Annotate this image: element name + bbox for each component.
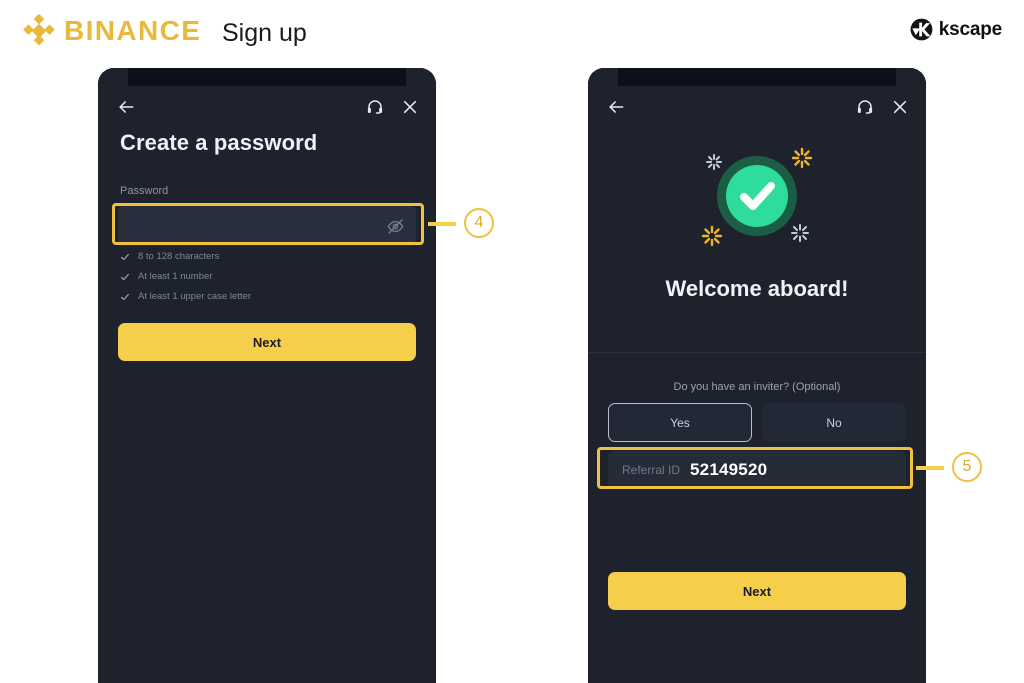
headset-support-icon[interactable] <box>366 98 402 116</box>
check-icon <box>121 293 129 300</box>
password-input-wrapper[interactable] <box>118 206 416 246</box>
callout-marker-5: 5 <box>952 452 982 482</box>
page-root: BINANCE Sign up kscape Create a password… <box>0 0 1024 683</box>
phone-right-topbar <box>588 86 926 128</box>
requirement-text: 8 to 128 characters <box>138 251 220 262</box>
phone-bezel-top <box>98 68 436 98</box>
requirement-text: At least 1 number <box>138 271 213 282</box>
referral-id-field[interactable]: Referral ID 52149520 <box>608 451 906 489</box>
back-arrow-icon[interactable] <box>116 97 136 117</box>
phone-left-topbar <box>98 86 436 128</box>
password-input[interactable] <box>130 218 387 234</box>
page-header: BINANCE Sign up kscape <box>0 0 1024 66</box>
list-item: At least 1 number <box>120 271 251 282</box>
referral-id-label: Referral ID <box>622 463 681 477</box>
callout-connector-line <box>916 466 944 470</box>
password-requirements-list: 8 to 128 characters At least 1 number At… <box>120 251 251 311</box>
green-check-circle-icon <box>701 147 813 247</box>
requirement-text: At least 1 upper case letter <box>138 291 252 302</box>
close-x-icon[interactable] <box>892 99 908 115</box>
inviter-choice-group: Yes No <box>608 403 906 442</box>
kscape-logo-icon <box>910 18 933 41</box>
inviter-question: Do you have an inviter? (Optional) <box>673 381 841 393</box>
eye-off-icon[interactable] <box>387 218 404 235</box>
page-title: Sign up <box>222 19 307 47</box>
list-item: At least 1 upper case letter <box>120 291 251 302</box>
phone-mockup-create-password: Create a password Password 8 to 128 char… <box>98 68 436 683</box>
kscape-brand: kscape <box>910 18 1002 41</box>
kscape-wordmark: kscape <box>938 19 1002 40</box>
success-section: Welcome aboard! <box>588 140 926 302</box>
binance-brand: BINANCE <box>22 14 201 48</box>
phone-mockup-welcome: Welcome aboard! Do you have an inviter? … <box>588 68 926 683</box>
inviter-no-button[interactable]: No <box>762 403 906 442</box>
callout-marker-4: 4 <box>464 208 494 238</box>
referral-id-value: 52149520 <box>690 460 768 479</box>
create-password-heading: Create a password <box>120 130 318 155</box>
binance-wordmark: BINANCE <box>64 15 202 46</box>
list-item: 8 to 128 characters <box>120 251 251 262</box>
back-arrow-icon[interactable] <box>606 97 626 117</box>
phone-bezel-top <box>588 68 926 98</box>
next-button[interactable]: Next <box>118 323 416 361</box>
password-label: Password <box>120 185 169 197</box>
next-button[interactable]: Next <box>608 572 906 610</box>
success-illustration <box>682 140 832 252</box>
check-icon <box>121 253 129 260</box>
section-divider <box>588 352 926 353</box>
welcome-heading: Welcome aboard! <box>665 276 849 301</box>
inviter-yes-button[interactable]: Yes <box>608 403 752 442</box>
callout-connector-line <box>428 222 456 226</box>
check-icon <box>121 273 129 280</box>
binance-diamond-logo-icon <box>23 14 55 46</box>
headset-support-icon[interactable] <box>856 98 892 116</box>
close-x-icon[interactable] <box>402 99 418 115</box>
